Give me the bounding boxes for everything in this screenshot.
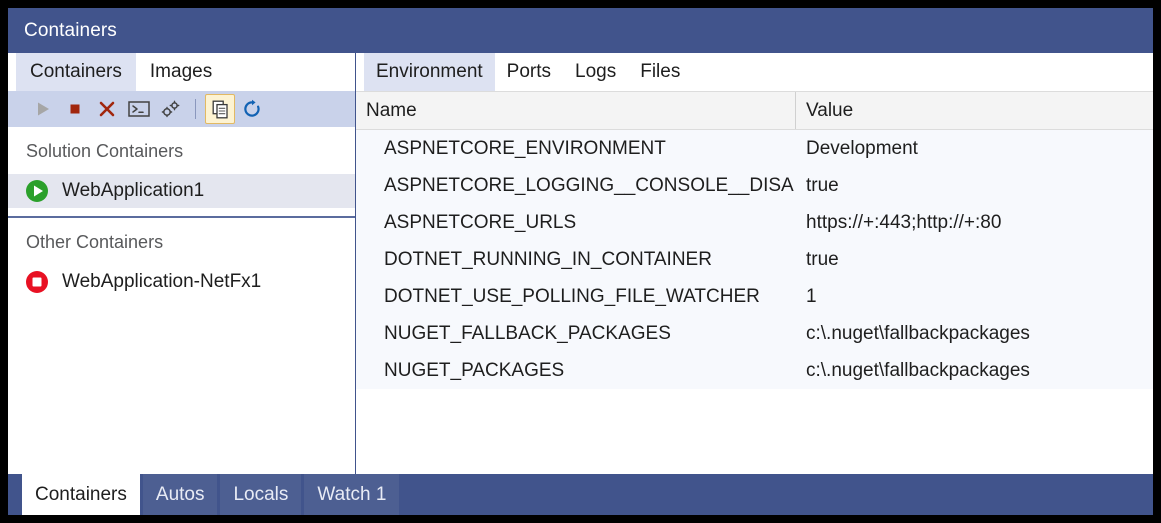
tab-logs[interactable]: Logs	[563, 53, 628, 91]
stop-button[interactable]	[60, 94, 90, 124]
grid-body: ASPNETCORE_ENVIRONMENTDevelopmentASPNETC…	[356, 130, 1153, 389]
details-tab-strip: Environment Ports Logs Files	[356, 53, 1153, 91]
terminal-button[interactable]	[124, 94, 154, 124]
tab-environment-label: Environment	[376, 61, 483, 83]
env-var-name: ASPNETCORE_LOGGING__CONSOLE__DISA…	[356, 175, 796, 197]
tab-logs-label: Logs	[575, 61, 616, 83]
bottom-tab-autos-label: Autos	[156, 484, 205, 506]
tab-containers[interactable]: Containers	[16, 53, 136, 91]
env-var-value: https://+:443;http://+:80	[796, 212, 1153, 234]
gears-icon	[160, 99, 182, 119]
env-var-name: NUGET_FALLBACK_PACKAGES	[356, 323, 796, 345]
close-x-icon	[97, 99, 117, 119]
debug-windows-tab-bar: Containers Autos Locals Watch 1	[8, 474, 1153, 515]
window-body: Containers Images	[8, 53, 1153, 474]
copy-icon	[211, 100, 230, 119]
toolbar-separator	[195, 99, 196, 119]
bottom-tab-locals-label: Locals	[233, 484, 288, 506]
bottom-tab-containers[interactable]: Containers	[22, 474, 140, 515]
terminal-icon	[128, 100, 150, 118]
tab-environment[interactable]: Environment	[364, 53, 495, 91]
grid-header-row: Name Value	[356, 91, 1153, 130]
table-row[interactable]: ASPNETCORE_URLShttps://+:443;http://+:80	[356, 204, 1153, 241]
refresh-icon	[242, 99, 262, 119]
tab-ports[interactable]: Ports	[495, 53, 563, 91]
env-var-value: Development	[796, 138, 1153, 160]
table-row[interactable]: DOTNET_RUNNING_IN_CONTAINERtrue	[356, 241, 1153, 278]
env-var-value: true	[796, 249, 1153, 271]
env-var-name: ASPNETCORE_URLS	[356, 212, 796, 234]
tab-ports-label: Ports	[507, 61, 551, 83]
container-item-webapplication-netfx1[interactable]: WebApplication-NetFx1	[8, 265, 355, 299]
container-details-panel: Environment Ports Logs Files Name Value …	[356, 53, 1153, 474]
env-var-name: ASPNETCORE_ENVIRONMENT	[356, 138, 796, 160]
copy-button[interactable]	[205, 94, 235, 124]
grid-empty-area	[356, 389, 1153, 474]
status-stopped-icon	[24, 269, 50, 295]
left-tab-strip: Containers Images	[8, 53, 355, 91]
bottom-tab-watch-1[interactable]: Watch 1	[304, 474, 399, 515]
env-var-value: true	[796, 175, 1153, 197]
tab-images-label: Images	[150, 61, 212, 83]
bottom-tab-autos[interactable]: Autos	[143, 474, 218, 515]
table-row[interactable]: NUGET_FALLBACK_PACKAGESc:\.nuget\fallbac…	[356, 315, 1153, 352]
status-running-icon	[24, 178, 50, 204]
env-var-name: DOTNET_USE_POLLING_FILE_WATCHER	[356, 286, 796, 308]
column-header-name[interactable]: Name	[356, 92, 796, 129]
containers-list-panel: Containers Images	[8, 53, 356, 474]
tab-files-label: Files	[640, 61, 680, 83]
env-var-name: DOTNET_RUNNING_IN_CONTAINER	[356, 249, 796, 271]
table-row[interactable]: ASPNETCORE_ENVIRONMENTDevelopment	[356, 130, 1153, 167]
env-var-value: c:\.nuget\fallbackpackages	[796, 360, 1153, 382]
bottom-tab-containers-label: Containers	[35, 484, 127, 506]
bottom-tab-locals[interactable]: Locals	[220, 474, 301, 515]
page-title: Containers	[24, 20, 117, 42]
start-button[interactable]	[28, 94, 58, 124]
group-header-other-containers: Other Containers	[8, 218, 355, 265]
env-var-name: NUGET_PACKAGES	[356, 360, 796, 382]
stop-icon	[66, 100, 84, 118]
env-var-value: 1	[796, 286, 1153, 308]
play-icon	[34, 100, 52, 118]
column-header-value[interactable]: Value	[796, 92, 1153, 129]
tab-containers-label: Containers	[30, 61, 122, 83]
containers-toolbar	[8, 91, 355, 127]
env-var-value: c:\.nuget\fallbackpackages	[796, 323, 1153, 345]
containers-tree: Solution Containers WebApplication1 Othe…	[8, 127, 355, 474]
tab-files[interactable]: Files	[628, 53, 692, 91]
containers-tool-window: Containers Containers Images	[8, 8, 1153, 515]
settings-button[interactable]	[156, 94, 186, 124]
table-row[interactable]: ASPNETCORE_LOGGING__CONSOLE__DISA…true	[356, 167, 1153, 204]
container-item-label: WebApplication-NetFx1	[62, 271, 261, 293]
bottom-tab-watch-1-label: Watch 1	[317, 484, 386, 506]
container-item-webapplication1[interactable]: WebApplication1	[8, 174, 355, 208]
group-header-solution-containers: Solution Containers	[8, 127, 355, 174]
tab-images[interactable]: Images	[136, 53, 226, 91]
remove-button[interactable]	[92, 94, 122, 124]
refresh-button[interactable]	[237, 94, 267, 124]
container-item-label: WebApplication1	[62, 180, 204, 202]
environment-variables-grid: Name Value ASPNETCORE_ENVIRONMENTDevelop…	[356, 91, 1153, 474]
table-row[interactable]: NUGET_PACKAGESc:\.nuget\fallbackpackages	[356, 352, 1153, 389]
table-row[interactable]: DOTNET_USE_POLLING_FILE_WATCHER1	[356, 278, 1153, 315]
window-title-bar: Containers	[8, 8, 1153, 53]
